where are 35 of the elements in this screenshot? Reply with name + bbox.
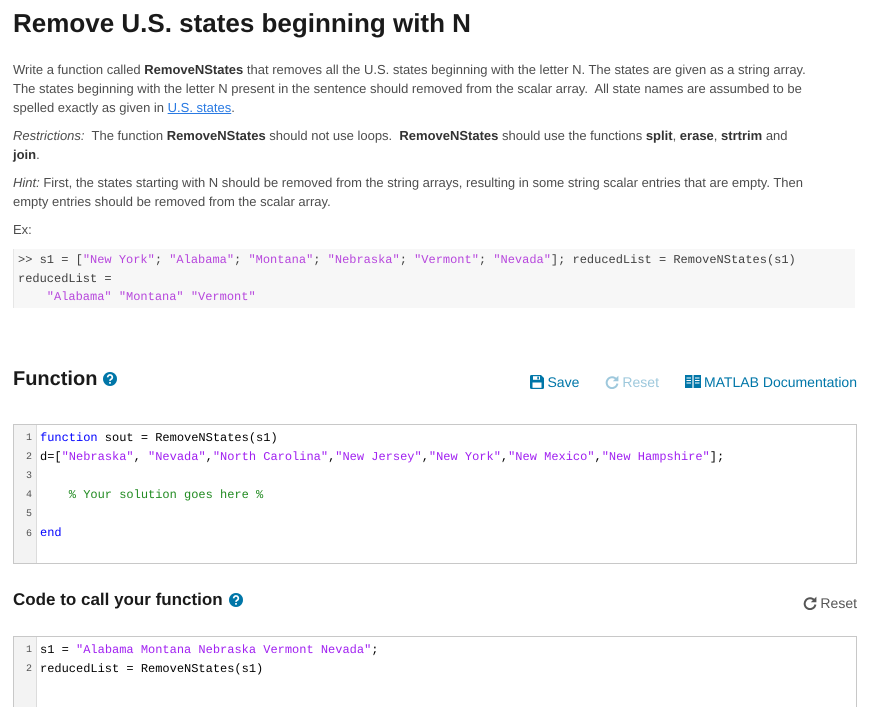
reset-button[interactable]: Reset	[803, 592, 857, 614]
line-number: 2	[26, 450, 32, 465]
code-line: d=["Nebraska", "Nevada","North Carolina","New Jersey","New York","New Mexico","New Hampshire"];	[40, 448, 724, 466]
console-line: >> s1 = ["New York"; "Alabama"; "Montana"; "Nebraska"; "Vermont"; "Nevada"]; reducedList = RemoveNStates(s1)	[18, 252, 796, 269]
description-paragraph: Restrictions: The function RemoveNStates should not use loops. RemoveNStates should use the functions split, erase, strtrim and join.	[13, 127, 789, 164]
code-line: s1 = "Alabama Montana Nebraska Vermont Nevada";	[40, 642, 378, 659]
reset-icon	[803, 596, 818, 610]
section-heading: Code to call your function	[13, 588, 223, 611]
help-icon[interactable]	[103, 372, 118, 386]
docs-button[interactable]: MATLAB Documentation	[684, 370, 857, 392]
line-number: 2	[26, 662, 32, 677]
description-paragraph: Hint: First, the states starting with N should be removed from the string arrays, resulting in some string scalar entries that are empty. Then empty entries should be removed from the scalar array.	[13, 174, 804, 211]
line-number: 6	[26, 528, 32, 542]
book-icon	[684, 375, 701, 388]
description-paragraph: Write a function called RemoveNStates that removes all the U.S. states beginning with the letter N. The states are given as a string array. The states beginning with the letter N present in the sentence should removed from the scalar array. All state names are assumbed to be spelled exactly as given in U.S. states.	[13, 61, 807, 117]
code-line: function sout = RemoveNStates(s1)	[40, 430, 278, 446]
line-number: 3	[26, 470, 32, 484]
section-heading: Function	[13, 366, 98, 392]
code-editor[interactable]: 1 2 s1 = "Alabama Montana Nebraska Vermont Nevada"; reducedList = RemoveNStates(s1)	[13, 636, 857, 707]
help-icon[interactable]	[228, 592, 243, 607]
save-button[interactable]: Save	[530, 370, 580, 392]
console-line: "Alabama" "Montana" "Vermont"	[46, 289, 256, 306]
states-link[interactable]: U.S. states	[168, 100, 232, 115]
line-number: 1	[26, 432, 32, 446]
page-title: Remove U.S. states beginning with N	[13, 7, 472, 39]
line-number: 4	[26, 489, 32, 504]
line-number: 1	[26, 644, 32, 658]
code-editor[interactable]: 1 2 3 4 5 6 function sout = RemoveNStates(s1) d=["Nebraska", "Nevada","North Carolina","New Jersey","New York","New Mexico","New Hampshire"]; % Your solution goes here % end	[13, 424, 857, 564]
reset-icon	[605, 374, 620, 388]
code-line: reducedList = RemoveNStates(s1)	[40, 660, 264, 678]
example-label: Ex:	[13, 221, 32, 239]
console-line: reducedList =	[18, 270, 112, 288]
line-number: 5	[26, 508, 32, 522]
code-line: end	[40, 525, 62, 542]
code-line: % Your solution goes here %	[68, 487, 264, 504]
